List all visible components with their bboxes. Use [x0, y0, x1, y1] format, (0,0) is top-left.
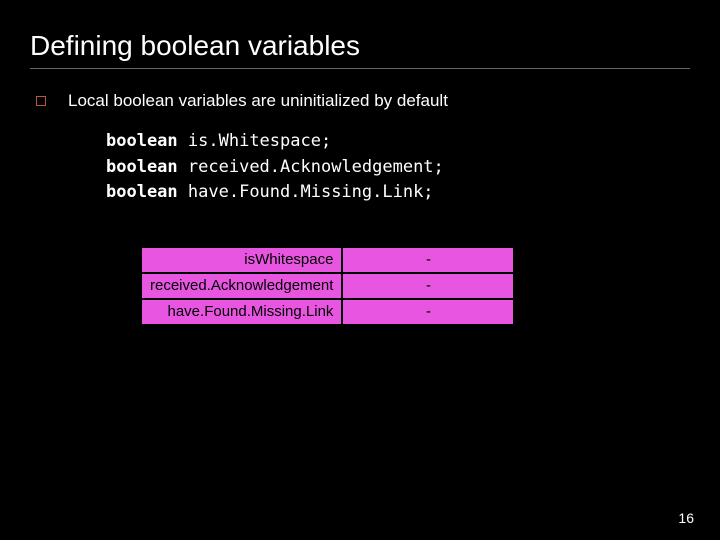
code-line: boolean is.Whitespace;	[106, 129, 690, 155]
code-ident: have.Found.Missing.Link;	[188, 182, 434, 202]
code-line: boolean received.Acknowledgement;	[106, 155, 690, 181]
page-number: 16	[678, 510, 694, 526]
code-block: boolean is.Whitespace; boolean received.…	[106, 129, 690, 206]
var-name: received.Acknowledgement	[142, 274, 341, 298]
code-line: boolean have.Found.Missing.Link;	[106, 180, 690, 206]
code-ident: received.Acknowledgement;	[188, 157, 444, 177]
bullet-row: Local boolean variables are uninitialize…	[30, 91, 690, 111]
var-name: isWhitespace	[142, 248, 341, 272]
var-value: -	[343, 248, 513, 272]
var-value: -	[343, 274, 513, 298]
var-name: have.Found.Missing.Link	[142, 300, 341, 324]
slide-title: Defining boolean variables	[30, 30, 690, 69]
table-row: have.Found.Missing.Link -	[142, 300, 513, 324]
bullet-icon	[36, 96, 46, 106]
code-keyword: boolean	[106, 131, 178, 151]
code-ident: is.Whitespace;	[188, 131, 331, 151]
code-keyword: boolean	[106, 182, 178, 202]
bullet-text: Local boolean variables are uninitialize…	[68, 91, 448, 111]
table-row: received.Acknowledgement -	[142, 274, 513, 298]
code-keyword: boolean	[106, 157, 178, 177]
var-value: -	[343, 300, 513, 324]
variable-table: isWhitespace - received.Acknowledgement …	[140, 246, 690, 326]
table-row: isWhitespace -	[142, 248, 513, 272]
